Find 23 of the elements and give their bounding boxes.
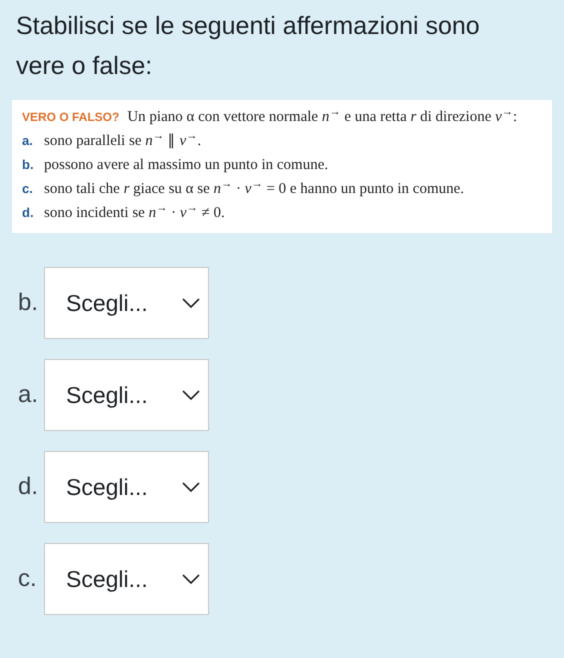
chevron-down-icon [182,574,200,584]
statement-text: sono incidenti se n$^{→}$ · v$^{→}$ ≠ 0. [44,202,225,223]
answer-select[interactable]: Scegli... [44,543,209,615]
answer-label: d. [18,472,40,502]
item-letter: c. [22,180,34,198]
statement-text: sono tali che r giace su α se n$^{→}$ · v$^{→}$ = 0 e hanno un punto in comune. [44,178,464,199]
chevron-down-icon [182,482,200,492]
answer-select[interactable]: Scegli... [44,451,209,523]
item-letter: d. [22,204,35,222]
answer-label: a. [18,380,40,410]
answer-label: b. [18,288,40,318]
answer-label: c. [18,564,38,594]
question-text: Stabilisci se le seguenti affermazioni sono vere o false: [16,11,481,82]
chevron-down-icon [182,298,200,308]
chevron-down-icon [182,390,200,400]
item-letter: b. [22,156,35,174]
statement-text: possono avere al massimo un punto in comune. [44,156,328,175]
statement-text: sono paralleli se n$^{→}$ ∥ v$^{→}$. [44,130,202,151]
item-letter: a. [22,132,34,150]
answer-select[interactable]: Scegli... [44,359,209,431]
answer-select[interactable]: Scegli... [44,267,209,339]
statement-intro: Un piano α con vettore normale n$^{→}$ e una retta r di direzione v$^{→}$: [127,106,518,127]
statement-tag: VERO O FALSO? [22,106,120,129]
